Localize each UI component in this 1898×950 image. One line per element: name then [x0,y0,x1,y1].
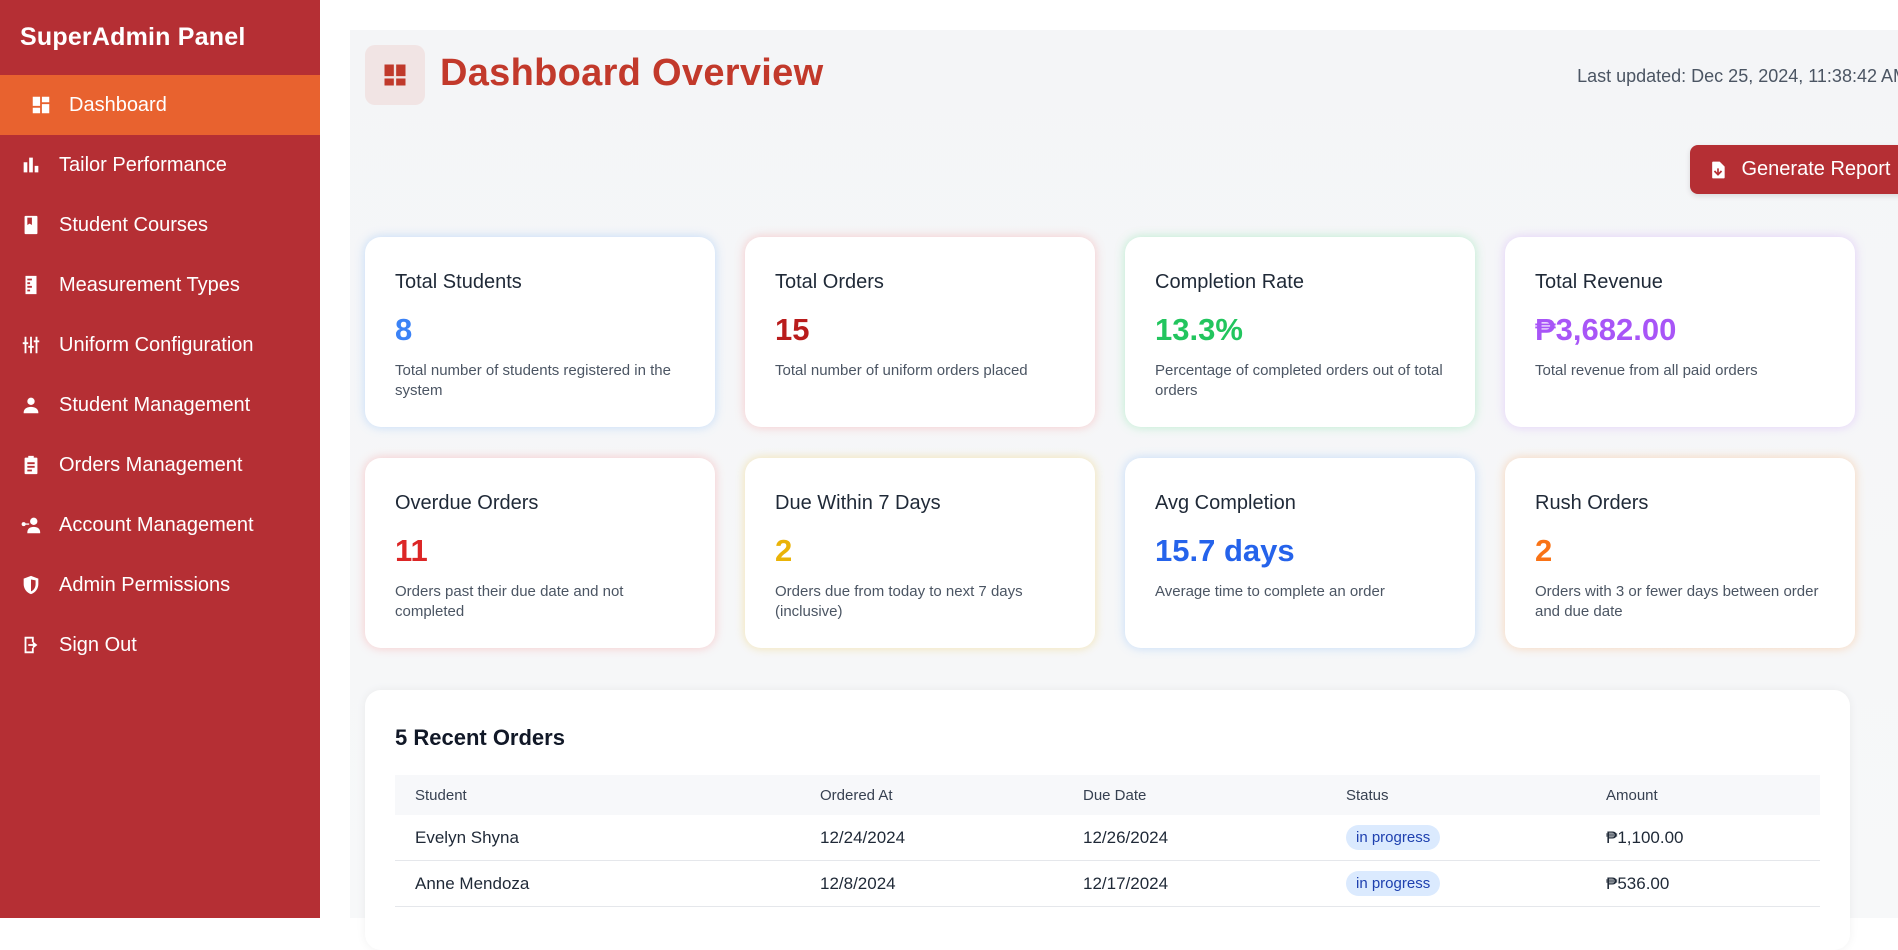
stat-value: 15.7 days [1155,533,1295,568]
book-icon [20,214,42,236]
stat-description: Orders past their due date and not compl… [395,583,624,620]
cell-amount: ₱536.00 [1586,860,1820,907]
stat-card-completion-rate: Completion Rate 13.3% Percentage of comp… [1125,237,1475,427]
sidebar-item-student-courses[interactable]: Student Courses [0,195,320,255]
recent-orders-panel: 5 Recent Orders Student Ordered At Due D… [365,690,1850,950]
sidebar-item-sign-out[interactable]: Sign Out [0,615,320,675]
cell-student: Evelyn Shyna [395,815,800,861]
page-title: Dashboard Overview [440,52,824,94]
last-updated-timestamp: Last updated: Dec 25, 2024, 11:38:42 AM [1577,66,1898,86]
brand-title: SuperAdmin Panel [20,23,246,51]
sidebar-item-orders-management[interactable]: Orders Management [0,435,320,495]
recent-orders-table: Student Ordered At Due Date Status Amoun… [395,775,1820,907]
stat-description: Average time to complete an order [1155,583,1385,600]
cell-status: in progress [1326,815,1586,861]
file-download-icon [1711,161,1725,178]
sidebar-item-label: Tailor Performance [59,153,227,176]
column-header-due-date: Due Date [1063,775,1326,815]
shield-icon [20,574,42,596]
sidebar-item-label: Student Management [59,393,251,416]
sidebar-item-label: Uniform Configuration [59,333,254,356]
stat-title: Avg Completion [1155,492,1296,514]
stat-value: 2 [1535,533,1553,568]
sliders-icon [20,334,42,356]
stat-card-overdue-orders: Overdue Orders 11 Orders past their due … [365,458,715,648]
stat-card-total-students: Total Students 8 Total number of student… [365,237,715,427]
stat-description: Total number of students registered in t… [395,362,671,399]
stat-description: Percentage of completed orders out of to… [1155,362,1443,399]
cell-student: Anne Mendoza [395,860,800,907]
ruler-icon [20,274,42,296]
stat-description: Orders with 3 or fewer days between orde… [1535,583,1819,620]
stat-title: Total Students [395,271,522,293]
table-header-row: Student Ordered At Due Date Status Amoun… [395,775,1820,815]
stat-value: 2 [775,533,793,568]
dashboard-icon [365,45,425,105]
stat-description: Orders due from today to next 7 days (in… [775,583,1023,620]
recent-orders-title: 5 Recent Orders [395,725,565,750]
stat-title: Due Within 7 Days [775,492,941,514]
dashboard-icon [30,94,52,116]
cell-status: in progress [1326,860,1586,907]
bar-chart-icon [20,154,42,176]
status-badge: in progress [1346,871,1441,896]
sidebar: SuperAdmin Panel Dashboard Tailor Perfor… [0,0,320,918]
cell-ordered-at: 12/8/2024 [800,860,1063,907]
user-icon [20,394,42,416]
sidebar-item-account-management[interactable]: Account Management [0,495,320,555]
sidebar-item-dashboard[interactable]: Dashboard [0,75,320,135]
generate-report-button[interactable]: Generate Report [1690,145,1898,194]
sidebar-item-label: Admin Permissions [59,573,231,596]
sidebar-item-measurement-types[interactable]: Measurement Types [0,255,320,315]
stat-title: Completion Rate [1155,271,1304,293]
sidebar-item-label: Student Courses [59,213,208,236]
stat-value: 8 [395,312,413,347]
table-row[interactable]: Anne Mendoza 12/8/2024 12/17/2024 in pro… [395,860,1820,907]
stat-card-due-within-7-days: Due Within 7 Days 2 Orders due from toda… [745,458,1095,648]
cell-due-date: 12/17/2024 [1063,860,1326,907]
generate-report-label: Generate Report [1741,158,1891,180]
sidebar-item-tailor-performance[interactable]: Tailor Performance [0,135,320,195]
main-content: Dashboard Overview Last updated: Dec 25,… [350,30,1898,950]
sidebar-item-uniform-configuration[interactable]: Uniform Configuration [0,315,320,375]
sidebar-item-admin-permissions[interactable]: Admin Permissions [0,555,320,615]
column-header-student: Student [395,775,800,815]
sidebar-item-label: Account Management [59,513,254,536]
user-key-icon [20,514,42,536]
table-row[interactable]: Evelyn Shyna 12/24/2024 12/26/2024 in pr… [395,815,1820,861]
sidebar-item-label: Measurement Types [59,273,240,296]
sidebar-item-student-management[interactable]: Student Management [0,375,320,435]
column-header-amount: Amount [1586,775,1820,815]
stat-description: Total revenue from all paid orders [1535,362,1758,379]
cell-due-date: 12/26/2024 [1063,815,1326,861]
stat-card-total-orders: Total Orders 15 Total number of uniform … [745,237,1095,427]
sidebar-item-label: Orders Management [59,453,243,476]
stat-description: Total number of uniform orders placed [775,362,1028,379]
column-header-ordered-at: Ordered At [800,775,1063,815]
stat-title: Overdue Orders [395,492,539,514]
sidebar-item-label: Dashboard [69,93,167,116]
sidebar-item-label: Sign Out [59,633,137,656]
cell-amount: ₱1,100.00 [1586,815,1820,861]
stat-card-total-revenue: Total Revenue ₱3,682.00 Total revenue fr… [1505,237,1855,427]
clipboard-icon [20,454,42,476]
cell-ordered-at: 12/24/2024 [800,815,1063,861]
stat-value: 13.3% [1155,312,1243,347]
stat-value: ₱3,682.00 [1535,312,1677,347]
column-header-status: Status [1326,775,1586,815]
stat-title: Rush Orders [1535,492,1649,514]
stat-card-avg-completion: Avg Completion 15.7 days Average time to… [1125,458,1475,648]
stat-title: Total Orders [775,271,884,293]
stat-value: 11 [395,533,428,568]
stat-card-rush-orders: Rush Orders 2 Orders with 3 or fewer day… [1505,458,1855,648]
sign-out-icon [20,634,42,656]
stat-value: 15 [775,312,810,347]
stat-title: Total Revenue [1535,271,1663,293]
status-badge: in progress [1346,825,1441,850]
